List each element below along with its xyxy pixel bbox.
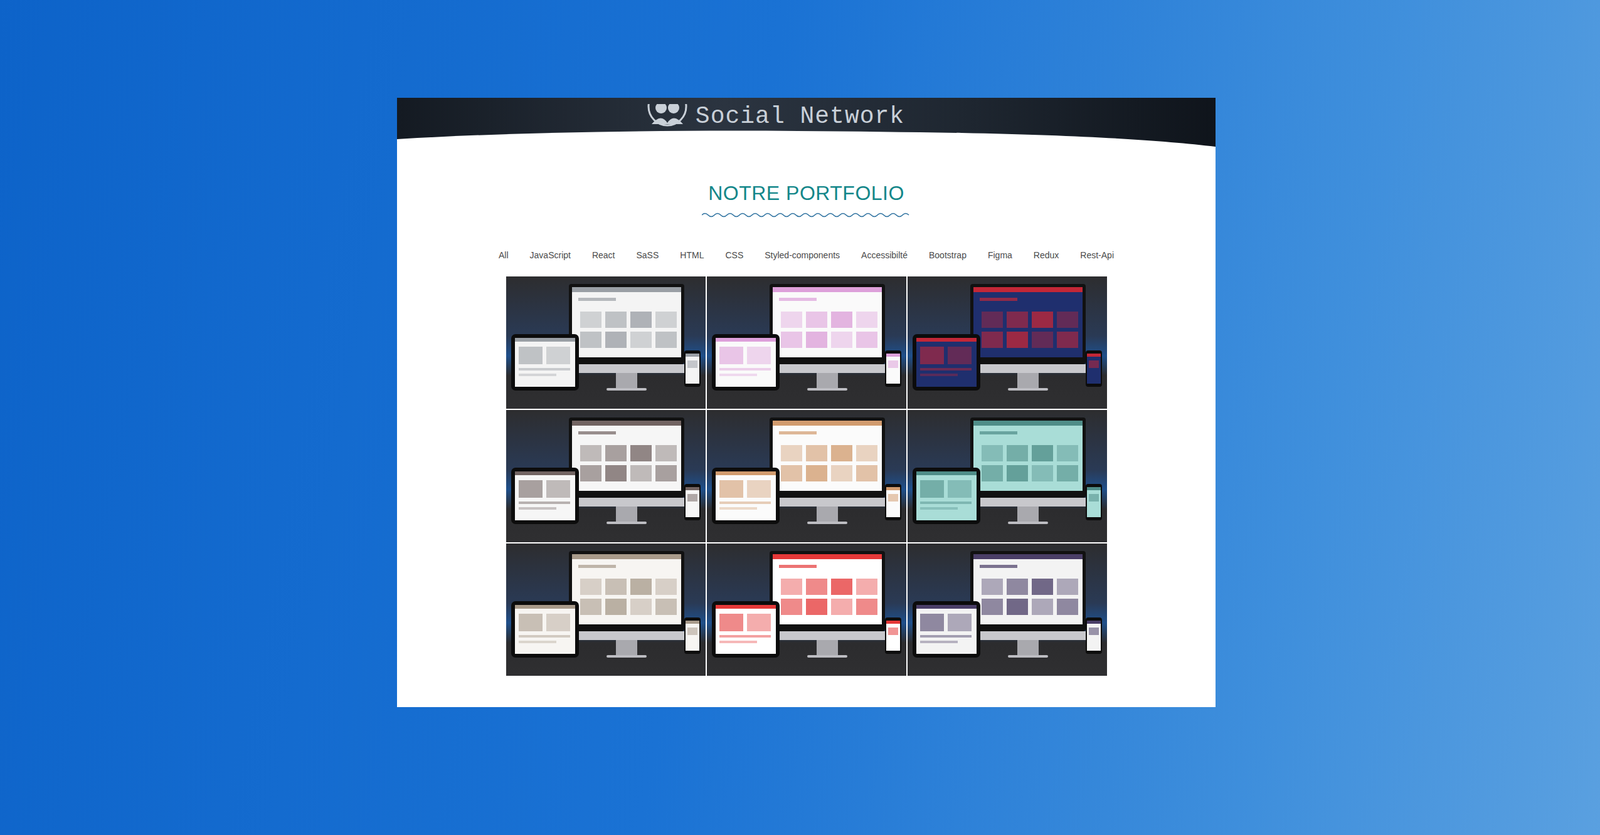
project-mockup (706, 276, 907, 409)
people-logo-icon (645, 104, 690, 130)
project-mockup (506, 410, 706, 543)
banner-title: Social Network (695, 102, 905, 130)
filter-button[interactable]: All (497, 247, 510, 263)
project-tile[interactable] (907, 276, 1108, 409)
filter-bar: All JavaScript React SaSS HTML CSS Styled-comp… (497, 247, 1116, 263)
filter-button[interactable]: Redux (1032, 247, 1060, 263)
filter-button[interactable]: React (590, 247, 617, 263)
filter-button[interactable]: Figma (986, 247, 1014, 263)
project-tile[interactable] (706, 276, 907, 409)
project-tile[interactable] (506, 543, 706, 677)
banner-brand: Social Network (645, 102, 905, 130)
filter-button[interactable]: Bootstrap (927, 247, 968, 263)
project-tile[interactable] (506, 410, 706, 543)
wave-underline (701, 211, 912, 219)
hero-banner: Social Network (397, 97, 1216, 150)
project-mockup (706, 410, 907, 543)
project-tile[interactable] (706, 543, 907, 677)
portfolio-grid (506, 276, 1108, 677)
filter-button[interactable]: Accessibilté (859, 247, 909, 263)
project-tile[interactable] (907, 543, 1108, 677)
project-mockup (907, 410, 1108, 543)
banner-wave (397, 127, 1216, 150)
filter-button[interactable]: HTML (678, 247, 705, 263)
filter-button[interactable]: Styled-components (763, 247, 842, 263)
portfolio-card: Social Network NOTRE PORTFOLIO All JavaScri… (397, 97, 1216, 708)
project-tile[interactable] (506, 276, 706, 409)
project-mockup (506, 276, 706, 409)
filter-button[interactable]: CSS (723, 247, 745, 263)
project-tile[interactable] (907, 410, 1108, 543)
project-mockup (506, 543, 706, 677)
project-mockup (907, 543, 1108, 677)
project-mockup (706, 543, 907, 677)
project-tile[interactable] (706, 410, 907, 543)
filter-button[interactable]: SaSS (635, 247, 661, 263)
section-title: NOTRE PORTFOLIO (708, 181, 905, 206)
page: Social Network NOTRE PORTFOLIO All JavaScri… (0, 0, 1600, 708)
project-mockup (907, 276, 1108, 409)
filter-button[interactable]: Rest-Api (1078, 247, 1116, 263)
filter-button[interactable]: JavaScript (528, 247, 573, 263)
